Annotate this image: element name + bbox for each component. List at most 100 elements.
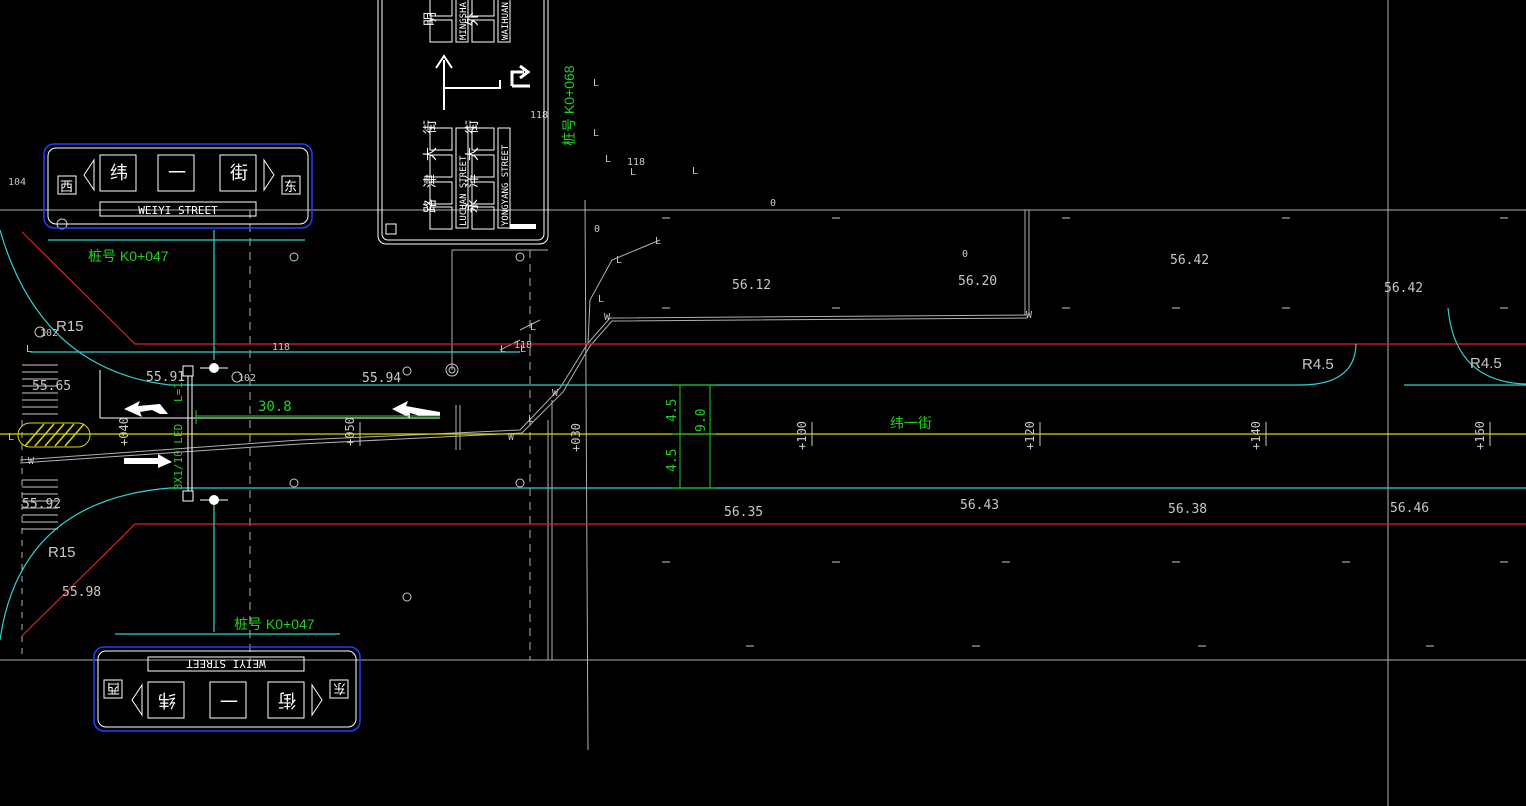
small-label: 118 xyxy=(272,342,290,353)
signal-pole-top xyxy=(182,363,228,377)
svg-text:L: L xyxy=(530,322,536,333)
sign-char: 一 xyxy=(168,163,186,183)
sign-char: 一 xyxy=(220,690,238,710)
left-turn-arrow-2 xyxy=(392,401,440,418)
turn-arrow-icon xyxy=(510,64,531,88)
sign-board-vertical[interactable]: 路 津 大 街 永 洋 大 街 明 山 外 环 LUCHAN STREET YO… xyxy=(377,0,549,245)
small-label: 104 xyxy=(8,177,26,188)
stake-bottom: 桩号 K0+047 xyxy=(234,616,315,632)
stake-vertical: 桩号 K0+068 xyxy=(561,65,577,146)
sign-east: 东 xyxy=(333,681,346,696)
elevation-label: 55.91 xyxy=(146,370,185,385)
small-label: 0 xyxy=(770,198,776,209)
lamp-markers xyxy=(359,217,1508,647)
left-turn-arrow xyxy=(124,401,168,417)
radius-label: R15 xyxy=(56,318,84,335)
svg-text:L: L xyxy=(528,414,534,425)
arrow-left-icon xyxy=(131,683,143,717)
gridlines xyxy=(0,0,1526,806)
elevation-label: 56.42 xyxy=(1384,281,1423,296)
elevation-label: 56.42 xyxy=(1170,253,1209,268)
svg-text:L: L xyxy=(593,128,599,139)
sign-char: 纬 xyxy=(110,163,128,183)
station-label: +120 xyxy=(1023,421,1037,450)
arrow-right-icon xyxy=(311,683,323,717)
station-label: +050 xyxy=(343,417,357,446)
svg-text:W: W xyxy=(28,456,35,467)
stake-top: 桩号 K0+047 xyxy=(88,248,169,264)
elevation-label: 55.92 xyxy=(22,497,61,512)
elevation-label: 56.35 xyxy=(724,505,763,520)
traffic-island xyxy=(17,422,91,448)
sign-english: MINGSHA xyxy=(459,1,469,40)
sign-char: 津 xyxy=(422,174,438,188)
small-label: 102 xyxy=(238,373,256,384)
sign-english: WEIYI STREET xyxy=(138,204,218,217)
small-labels: 104 118 118 118 118 102 102 0 0 0 xyxy=(8,110,968,384)
station-label: +160 xyxy=(1473,421,1487,450)
elevation-label: 55.94 xyxy=(362,371,401,386)
svg-text:L: L xyxy=(26,344,32,355)
sign-char: 街 xyxy=(464,120,480,134)
station-label: +140 xyxy=(1249,421,1263,450)
station-label: +100 xyxy=(795,421,809,450)
svg-text:L: L xyxy=(605,154,611,165)
svg-text:L: L xyxy=(692,166,698,177)
sign-char: 明 xyxy=(422,12,438,26)
elevation-label: 55.98 xyxy=(62,585,101,600)
sign-english: YONGYANG STREET xyxy=(501,144,511,226)
pole-label-2: L=1 xyxy=(172,382,185,402)
elevation-labels: 56.12 56.20 56.42 56.42 56.35 56.43 56.3… xyxy=(22,253,1429,600)
sign-east: 东 xyxy=(284,179,297,194)
road-name: 纬一街 xyxy=(890,415,932,431)
sign-char: 街 xyxy=(422,120,438,134)
elevation-label: 56.12 xyxy=(732,278,771,293)
svg-text:L: L xyxy=(8,432,14,443)
sign-char: 大 xyxy=(422,147,438,161)
sign-west: 西 xyxy=(60,179,73,194)
svg-text:L: L xyxy=(655,236,661,247)
svg-text:L: L xyxy=(520,344,526,355)
sign-english: WAIHUAN xyxy=(501,2,511,40)
sign-english: LUCHAN STREET xyxy=(459,155,469,226)
station-label: +040 xyxy=(117,417,131,446)
straight-arrow xyxy=(124,454,172,468)
road-width: 9.0 xyxy=(694,409,709,432)
small-label: 0 xyxy=(962,249,968,260)
radius-label: R15 xyxy=(48,544,76,561)
svg-text:W: W xyxy=(604,312,611,323)
radius-label: R4.5 xyxy=(1302,356,1334,373)
distance-label: 30.8 xyxy=(258,399,292,415)
svg-text:L: L xyxy=(593,78,599,89)
elevation-label: 56.43 xyxy=(960,498,999,513)
svg-text:W: W xyxy=(552,388,559,399)
arrow-left-icon xyxy=(83,158,95,192)
half-width-top: 4.5 xyxy=(665,399,680,422)
pole-label: 3X1/10 LED xyxy=(172,424,185,490)
svg-text:L: L xyxy=(500,344,506,355)
svg-text:L: L xyxy=(630,167,636,178)
signal-pole-bottom xyxy=(182,490,228,505)
elevation-label: 55.65 xyxy=(32,379,71,394)
sign-char: 街 xyxy=(230,163,248,183)
svg-text:W: W xyxy=(1026,310,1033,321)
sign-char: 纬 xyxy=(158,690,176,710)
station-label: +030 xyxy=(569,423,583,452)
svg-text:L: L xyxy=(598,294,604,305)
sign-char: 路 xyxy=(422,199,438,213)
arrow-right-icon xyxy=(263,158,275,192)
svg-text:L: L xyxy=(616,255,622,266)
small-label: 118 xyxy=(530,110,548,121)
sign-west: 西 xyxy=(107,681,120,696)
elevation-label: 56.38 xyxy=(1168,502,1207,517)
small-label: 0 xyxy=(594,224,600,235)
arrow-up-icon xyxy=(435,54,501,110)
elevation-label: 56.20 xyxy=(958,274,997,289)
sign-board-top[interactable]: 西 东 纬 一 街 WEIYI STREET xyxy=(43,143,313,229)
svg-text:W: W xyxy=(508,432,515,443)
radius-label: R4.5 xyxy=(1470,355,1502,372)
half-width-bottom: 4.5 xyxy=(665,449,680,472)
sign-english: WEIYI STREET xyxy=(186,657,266,670)
elevation-label: 56.46 xyxy=(1390,501,1429,516)
cad-drawing-canvas[interactable]: 30.8 4.5 9.0 4.5 纬一街 3X1/10 LED L=1 +040… xyxy=(0,0,1526,806)
